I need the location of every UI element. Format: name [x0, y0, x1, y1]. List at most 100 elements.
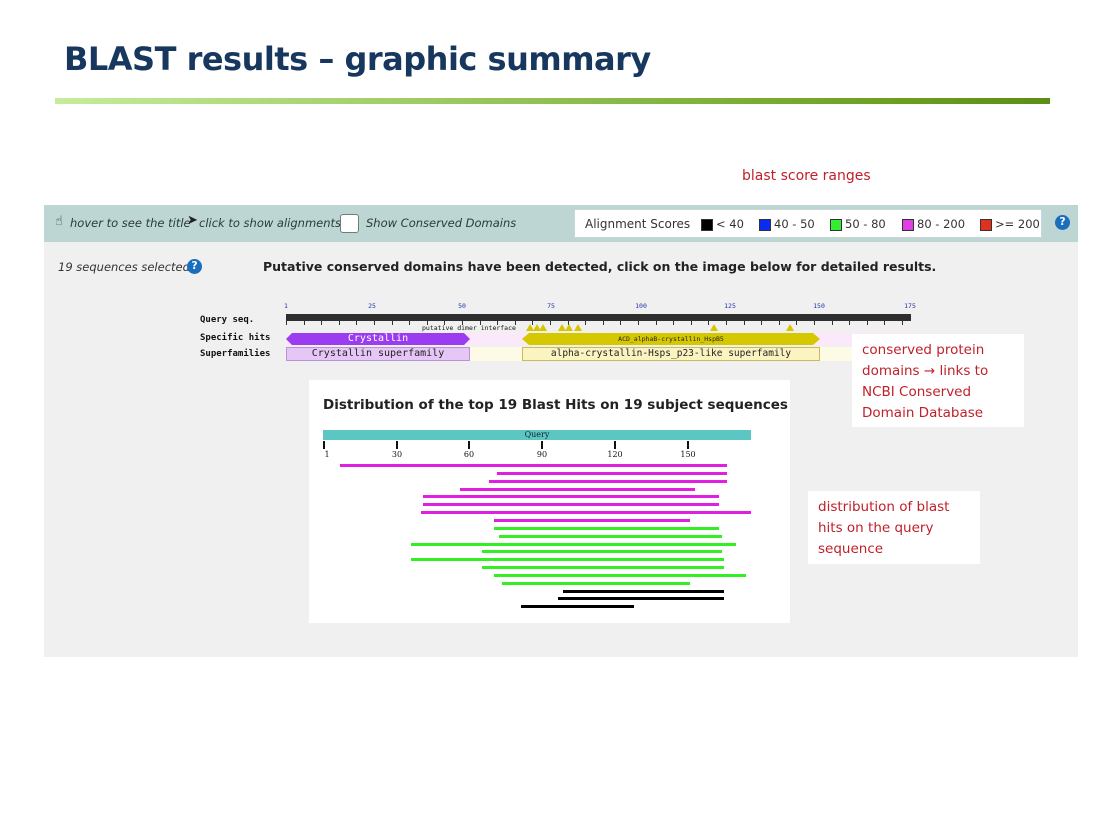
annotation-conserved-domains: conserved protein domains → links to NCB… [852, 334, 1024, 427]
ruler-minor-tick [761, 321, 763, 325]
ruler-tick-label: 125 [724, 302, 736, 310]
distribution-tick-label: 60 [463, 450, 475, 459]
ruler-minor-tick [690, 321, 692, 325]
ruler-minor-tick [673, 321, 675, 325]
blast-hit-line[interactable] [494, 526, 720, 530]
ruler-minor-tick [902, 321, 903, 325]
score-label-gte200: >= 200 [995, 217, 1040, 231]
ruler-minor-tick [796, 321, 798, 325]
ruler-minor-tick [550, 321, 551, 325]
score-swatch-40-50 [759, 219, 771, 231]
distribution-tick [541, 441, 543, 449]
blast-hit-line[interactable] [499, 534, 722, 538]
score-swatch-lt40 [701, 219, 713, 231]
blast-hit-line[interactable] [494, 518, 690, 522]
dimer-interface-label: putative dimer interface [422, 324, 516, 332]
specific-hit-crystallin[interactable]: Crystallin [286, 333, 470, 345]
cursor-arrow-icon: ➤ [187, 213, 198, 228]
ruler-minor-tick [743, 321, 745, 325]
blast-hit-line[interactable] [557, 597, 725, 601]
blast-hit-line[interactable] [411, 542, 737, 546]
specific-hits-label: Specific hits [200, 333, 271, 343]
hit-distribution-chart: Distribution of the top 19 Blast Hits on… [309, 380, 790, 623]
dimer-site-marker [574, 324, 582, 331]
ruler-tick-label: 175 [904, 302, 916, 310]
ruler-minor-tick [831, 321, 833, 325]
blast-hit-line[interactable] [481, 566, 725, 570]
show-conserved-domains-checkbox[interactable] [340, 214, 359, 233]
blast-hit-line[interactable] [489, 479, 727, 483]
dimer-site-marker [565, 324, 573, 331]
distribution-tick-label: 120 [607, 450, 623, 459]
ruler-minor-tick [620, 321, 622, 325]
alignment-scores-title: Alignment Scores [585, 217, 691, 231]
ruler-minor-tick [374, 321, 375, 325]
superfamily-crystallin[interactable]: Crystallin superfamily [286, 347, 470, 361]
ruler-tick-label: 50 [458, 302, 466, 310]
score-swatch-gte200 [980, 219, 992, 231]
legend-help-icon[interactable]: ? [1055, 215, 1070, 230]
ruler-minor-tick [638, 321, 639, 325]
ruler-minor-tick [303, 321, 305, 325]
score-label-lt40: < 40 [716, 217, 744, 231]
blast-hit-line[interactable] [521, 605, 634, 609]
ruler-minor-tick [655, 321, 657, 325]
distribution-query-bar: Query [323, 430, 751, 440]
blast-hit-line[interactable] [501, 581, 690, 585]
ruler-minor-tick [286, 321, 287, 325]
ruler-tick-label: 100 [635, 302, 647, 310]
sequences-selected-count: 19 sequences selected [58, 260, 190, 274]
blast-hit-line[interactable] [423, 503, 720, 507]
conserved-domains-image[interactable]: Query seq. Specific hits Superfamilies 1… [196, 298, 916, 368]
blast-hit-line[interactable] [423, 495, 720, 499]
score-label-40-50: 40 - 50 [774, 217, 815, 231]
ruler-minor-tick [726, 321, 727, 325]
ruler-minor-tick [356, 321, 358, 325]
blast-hit-line[interactable] [562, 589, 725, 593]
specific-hit-acd-alphab[interactable]: ACD_alphaB-crystallin_HspB5 [522, 333, 820, 345]
blast-hit-line[interactable] [459, 487, 695, 491]
ruler-minor-tick [602, 321, 604, 325]
ruler-minor-tick [778, 321, 780, 325]
ruler-minor-tick [585, 321, 587, 325]
dimer-site-marker [539, 324, 547, 331]
ruler-minor-tick [884, 321, 886, 325]
distribution-tick [687, 441, 689, 449]
ruler-tick-label: 75 [547, 302, 555, 310]
score-swatch-50-80 [830, 219, 842, 231]
blast-hit-line[interactable] [411, 558, 725, 562]
distribution-tick [468, 441, 470, 449]
distribution-tick-label: 150 [680, 450, 696, 459]
distribution-tick [396, 441, 398, 449]
distribution-title: Distribution of the top 19 Blast Hits on… [323, 397, 788, 413]
blast-hit-line[interactable] [481, 550, 722, 554]
graphic-toolbar: ☝ hover to see the title ➤ click to show… [44, 205, 1078, 242]
ruler-minor-tick [321, 321, 323, 325]
blast-hit-line[interactable] [494, 573, 747, 577]
ruler-tick-label: 150 [813, 302, 825, 310]
show-conserved-domains-label[interactable]: Show Conserved Domains [366, 216, 516, 230]
selection-help-icon[interactable]: ? [187, 259, 202, 274]
blast-hit-line[interactable] [420, 511, 751, 515]
ruler-minor-tick [338, 321, 340, 325]
ruler-minor-tick [866, 321, 868, 325]
superfamily-alpha-crystallin-hsps[interactable]: alpha-crystallin-Hsps_p23-like superfami… [522, 347, 820, 361]
blast-hit-line[interactable] [340, 464, 727, 467]
distribution-tick [323, 441, 325, 449]
dimer-site-marker [710, 324, 718, 331]
ruler-minor-tick [391, 321, 393, 325]
superfamilies-label: Superfamilies [200, 349, 271, 359]
score-swatch-80-200 [902, 219, 914, 231]
query-seq-label: Query seq. [200, 315, 255, 325]
slide-title: BLAST results – graphic summary [64, 40, 651, 78]
alignment-scores-legend: Alignment Scores < 40 40 - 50 50 - 80 80… [574, 209, 1042, 238]
dimer-site-marker [786, 324, 794, 331]
score-label-80-200: 80 - 200 [917, 217, 966, 231]
hover-hand-icon: ☝ [55, 214, 63, 229]
blast-hit-line[interactable] [496, 471, 727, 475]
title-divider [55, 98, 1050, 104]
distribution-tick-label: 90 [536, 450, 548, 459]
distribution-tick-label: 30 [391, 450, 403, 459]
distribution-tick-label: 1 [324, 450, 330, 459]
click-hint: click to show alignments [199, 216, 342, 230]
